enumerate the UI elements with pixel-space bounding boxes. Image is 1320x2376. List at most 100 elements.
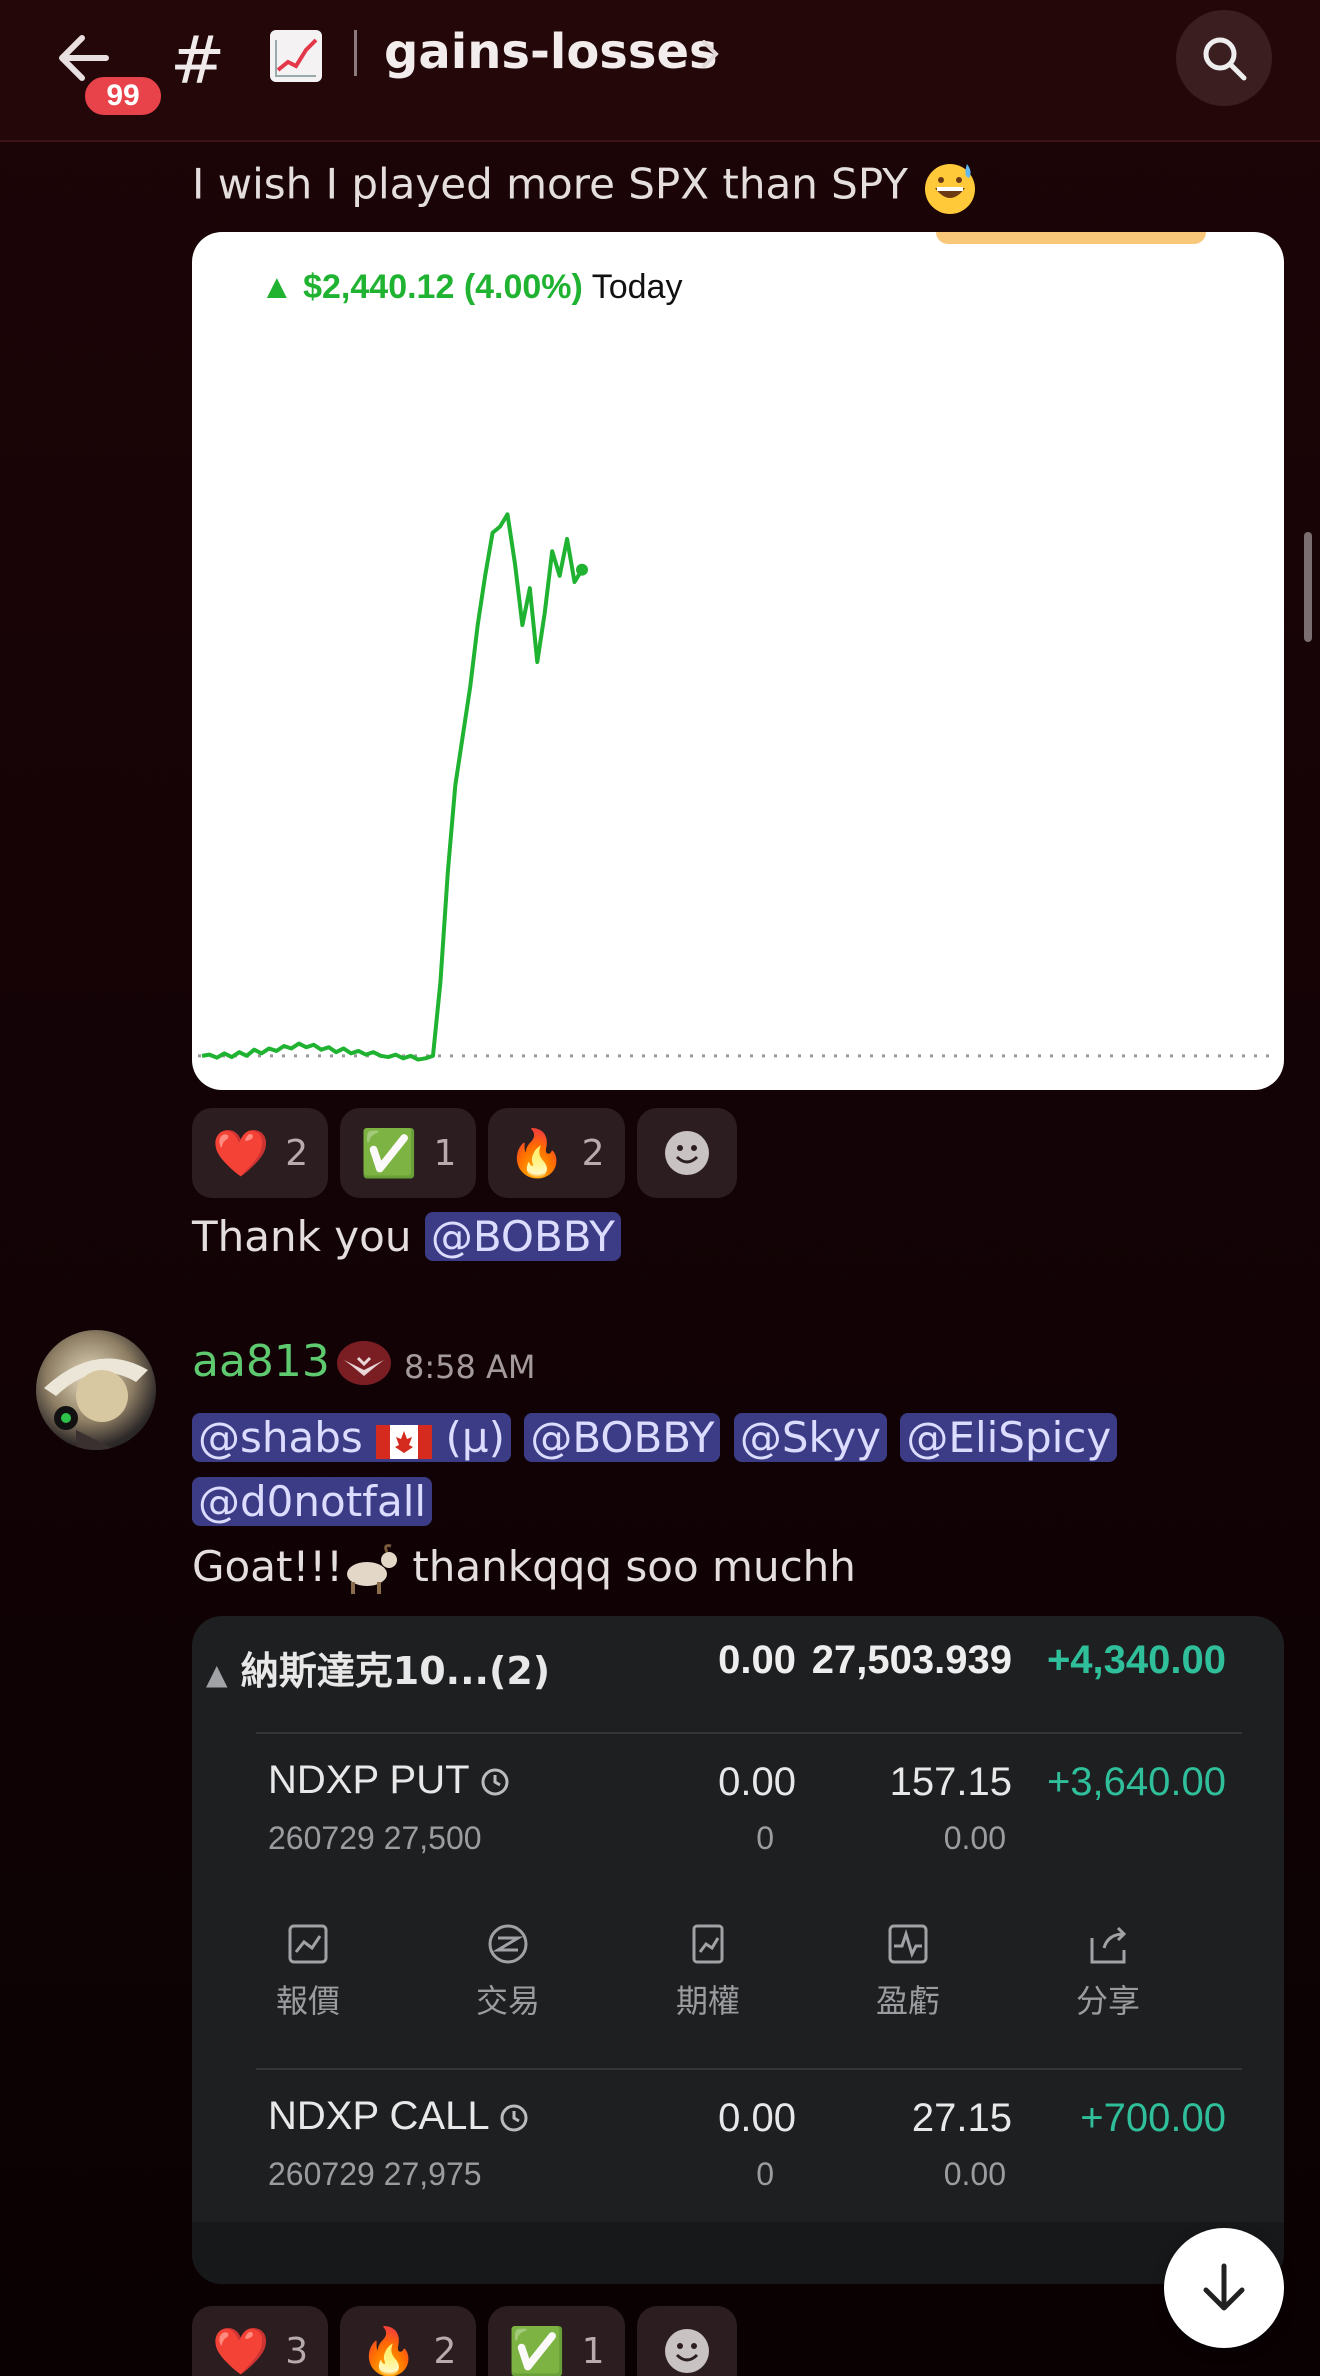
- position-price-sub: 0.00: [943, 2156, 1006, 2192]
- reaction-count: 2: [433, 2330, 457, 2372]
- triangle-up-icon: ▲: [206, 1658, 228, 1691]
- message-text: Goat!!! thankqqq soo muchh: [192, 1542, 856, 1596]
- chart-up-emoji-icon: [270, 30, 322, 82]
- reaction-count: 1: [581, 2330, 605, 2372]
- check-mark-emoji-icon: ✅: [360, 1125, 418, 1180]
- portfolio-chart-image[interactable]: ▲ $2,440.12 (4.00%) Today: [192, 232, 1284, 1090]
- reaction-check-mark[interactable]: ✅ 1: [340, 1108, 477, 1198]
- heart-emoji-icon: ❤️: [212, 1125, 270, 1180]
- reaction-bar: ❤️ 3 🔥 2 ✅ 1: [192, 2306, 737, 2376]
- scrollbar-thumb[interactable]: [1304, 532, 1312, 642]
- reaction-heart[interactable]: ❤️ 3: [192, 2306, 329, 2376]
- message-text: I wish I played more SPX than SPY: [192, 158, 979, 216]
- group-price: 27,503.939: [811, 1638, 1012, 1682]
- author-name[interactable]: aa813: [192, 1336, 330, 1387]
- fire-emoji-icon: 🔥: [360, 2323, 418, 2376]
- position-detail: 260729 27,500: [268, 1820, 482, 1856]
- action-label: 期權: [675, 1982, 740, 2020]
- broker-footer: [192, 2222, 1284, 2284]
- group-name: 納斯達克10...(2): [240, 1649, 551, 1693]
- trade-icon: [488, 1924, 528, 1964]
- position-pl: +700.00: [1080, 2096, 1226, 2140]
- action-options[interactable]: 期權: [648, 1922, 768, 2022]
- user-mention[interactable]: @BOBBY: [524, 1413, 721, 1462]
- message-text: Thank you @BOBBY: [192, 1212, 621, 1261]
- position-price-sub: 0.00: [943, 1820, 1006, 1856]
- options-icon: [692, 1924, 724, 1964]
- quote-chart-icon: [288, 1924, 328, 1964]
- action-label: 盈虧: [875, 1982, 940, 2020]
- position-pl: +3,640.00: [1046, 1760, 1226, 1804]
- action-trade[interactable]: 交易: [448, 1922, 568, 2022]
- smiley-add-icon: [664, 1131, 709, 1175]
- fire-emoji-icon: 🔥: [508, 1125, 566, 1180]
- reaction-fire[interactable]: 🔥 2: [340, 2306, 477, 2376]
- action-pnl[interactable]: 盈虧: [848, 1922, 968, 2022]
- channel-hash-icon: #: [170, 22, 226, 99]
- portfolio-line-chart: [198, 512, 1272, 1062]
- action-share[interactable]: 分享: [1048, 1922, 1168, 2022]
- divider: [256, 2068, 1242, 2070]
- reaction-count: 2: [581, 1132, 605, 1174]
- position-qty: 0.00: [718, 2096, 796, 2140]
- role-emblem-icon: [337, 1341, 391, 1385]
- reaction-check-mark[interactable]: ✅ 1: [488, 2306, 625, 2376]
- position-qty-sub: 0: [756, 2156, 774, 2192]
- channel-name[interactable]: gains-losses: [384, 24, 718, 80]
- jump-to-bottom-button[interactable]: [1164, 2228, 1284, 2348]
- unread-badge: 99: [80, 72, 166, 120]
- reaction-count: 2: [285, 1132, 309, 1174]
- search-icon: [1203, 37, 1247, 81]
- avatar[interactable]: [36, 1330, 156, 1450]
- action-label: 交易: [475, 1982, 540, 2020]
- pnl-icon: [888, 1924, 928, 1964]
- header-separator: [354, 30, 357, 76]
- user-mention[interactable]: @EliSpicy: [900, 1413, 1118, 1462]
- position-name: NDXP PUT: [268, 1758, 510, 1803]
- search-button[interactable]: [1176, 10, 1272, 106]
- arrow-down-icon: [1203, 2263, 1245, 2311]
- reaction-heart[interactable]: ❤️ 2: [192, 1108, 329, 1198]
- user-mention[interactable]: @shabs (µ): [192, 1413, 511, 1462]
- reaction-fire[interactable]: 🔥 2: [488, 1108, 625, 1198]
- reaction-count: 1: [433, 1132, 457, 1174]
- broker-positions-image[interactable]: ▲ 納斯達克10...(2) 0.00 27,503.939 +4,340.00…: [192, 1616, 1284, 2284]
- user-mention[interactable]: @Skyy: [733, 1413, 888, 1462]
- series-line: [201, 512, 584, 1062]
- heart-emoji-icon: ❤️: [212, 2323, 270, 2376]
- reaction-bar: ❤️ 2 ✅ 1 🔥 2: [192, 1108, 737, 1198]
- message-body: Goat!!!: [192, 1542, 343, 1591]
- canada-flag-icon: [376, 1424, 433, 1459]
- channel-header: 99 # gains-losses: [0, 0, 1320, 142]
- clock-icon: [500, 2104, 528, 2132]
- action-label: 報價: [275, 1982, 340, 2020]
- add-reaction-button[interactable]: [636, 1108, 737, 1198]
- add-reaction-button[interactable]: [636, 2306, 737, 2376]
- position-price: 157.15: [889, 1760, 1012, 1804]
- user-mention[interactable]: @d0notfall: [192, 1477, 433, 1526]
- message-timestamp: 8:58 AM: [404, 1348, 536, 1386]
- action-label: 分享: [1075, 1982, 1140, 2020]
- action-quote-chart[interactable]: 報價: [248, 1922, 368, 2022]
- share-icon: [1090, 1926, 1127, 1964]
- message-body: Thank you: [192, 1212, 412, 1261]
- smiley-add-icon: [664, 2329, 709, 2373]
- group-qty: 0.00: [718, 1638, 796, 1682]
- clock-icon: [481, 1768, 509, 1796]
- position-name: NDXP CALL: [268, 2094, 529, 2139]
- message-body-continued: thankqqq soo muchh: [398, 1542, 856, 1591]
- group-pl: +4,340.00: [1046, 1638, 1226, 1682]
- goat-emoji: [346, 1543, 397, 1594]
- user-mention[interactable]: @BOBBY: [424, 1212, 621, 1261]
- chevron-right-icon[interactable]: [692, 36, 728, 72]
- message-body: I wish I played more SPX than SPY: [192, 159, 908, 209]
- last-point-marker: [576, 563, 588, 576]
- position-qty: 0.00: [718, 1760, 796, 1804]
- position-detail: 260729 27,975: [268, 2156, 482, 2192]
- position-price: 27.15: [911, 2096, 1012, 2140]
- group-collapse-toggle: ▲ 納斯達克10...(2): [206, 1640, 550, 1695]
- reaction-count: 3: [285, 2330, 309, 2372]
- mention-list: @shabs (µ) @BOBBY @Skyy @EliSpicy @d0not…: [192, 1406, 1272, 1534]
- position-qty-sub: 0: [756, 1820, 774, 1856]
- grinning-sweat-emoji: [925, 164, 976, 214]
